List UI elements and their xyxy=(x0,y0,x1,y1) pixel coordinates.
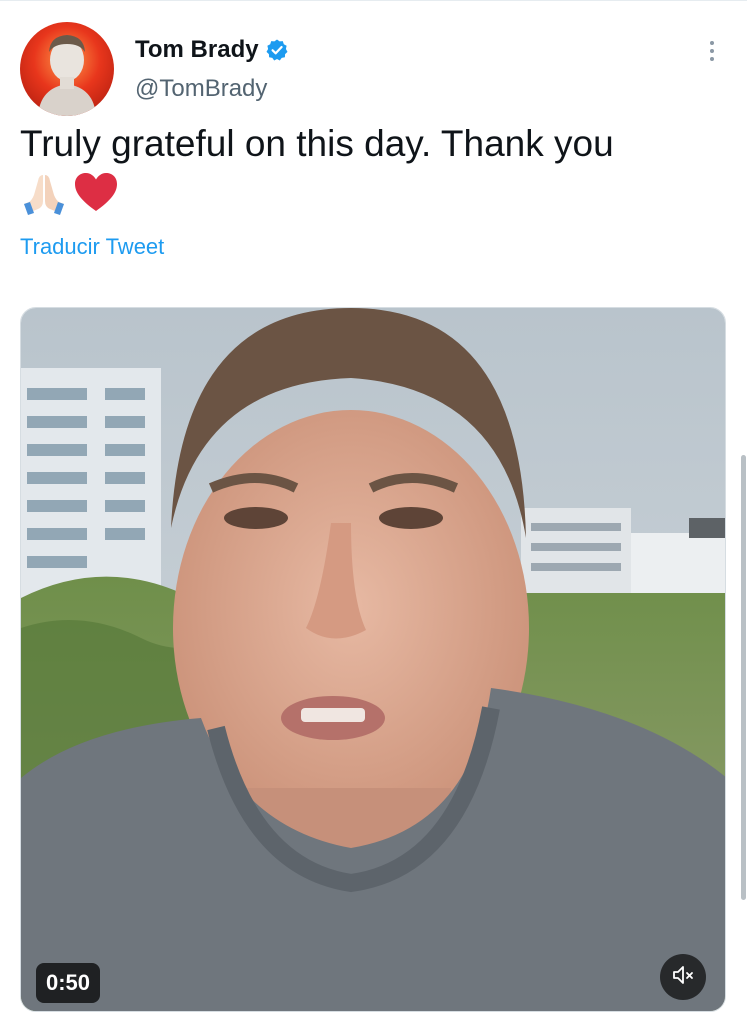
speaker-muted-icon xyxy=(671,963,695,992)
avatar[interactable] xyxy=(20,22,114,116)
tweet-text: Truly grateful on this day. Thank you xyxy=(20,123,614,164)
red-heart-emoji-icon xyxy=(72,169,120,222)
avatar-portrait xyxy=(38,35,96,116)
folded-hands-emoji-icon xyxy=(20,169,68,222)
video-duration-badge: 0:50 xyxy=(36,963,101,1003)
verified-badge-icon xyxy=(265,38,289,62)
more-dot xyxy=(710,57,714,61)
mute-toggle-button[interactable] xyxy=(660,954,706,1000)
video-frame xyxy=(21,308,725,1011)
author-name-text: Tom Brady xyxy=(135,36,259,63)
translate-tweet-link[interactable]: Traducir Tweet xyxy=(20,233,164,261)
video-player[interactable] xyxy=(20,307,726,1012)
more-dot xyxy=(710,41,714,45)
scrollbar-thumb[interactable] xyxy=(741,455,746,900)
author-handle[interactable]: @TomBrady xyxy=(135,74,267,104)
tweet-emojis xyxy=(20,170,120,220)
author-display-name[interactable]: Tom Brady xyxy=(135,35,289,65)
more-dot xyxy=(710,49,714,53)
top-divider xyxy=(0,0,747,1)
more-options-icon[interactable] xyxy=(700,36,724,66)
